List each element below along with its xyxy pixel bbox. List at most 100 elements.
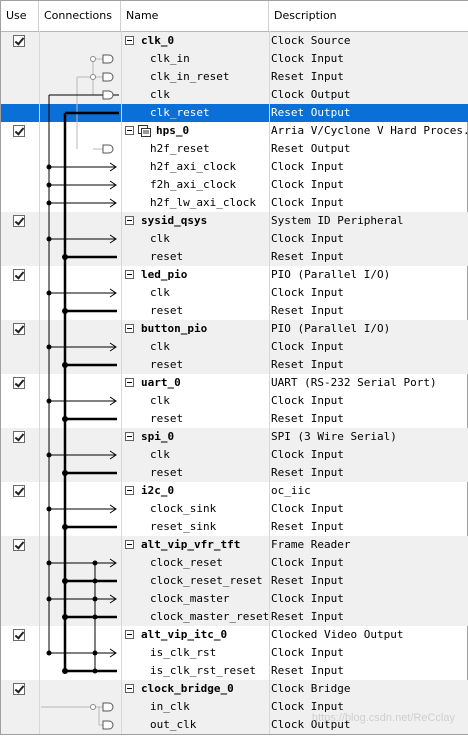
port-row[interactable]: clk_reset Reset Output (1, 104, 468, 122)
port-row[interactable]: clk Clock Input (1, 230, 468, 248)
description: Clock Input (271, 646, 344, 659)
description: Reset Input (271, 70, 344, 83)
component-row[interactable]: led_pio PIO (Parallel I/O) (1, 266, 468, 284)
col-connections-header[interactable]: Connections (39, 1, 121, 31)
port-row[interactable]: clk Clock Input (1, 446, 468, 464)
description: Clock Output (271, 88, 351, 101)
collapse-icon[interactable] (125, 486, 134, 495)
collapse-icon[interactable] (125, 36, 134, 45)
use-checkbox[interactable] (13, 215, 25, 227)
collapse-icon[interactable] (125, 684, 134, 693)
collapse-icon[interactable] (125, 378, 134, 387)
port-row[interactable]: clock_reset Clock Input (1, 554, 468, 572)
port-row[interactable]: reset Reset Input (1, 410, 468, 428)
port-row[interactable]: h2f_lw_axi_clock Clock Input (1, 194, 468, 212)
description: Reset Input (271, 574, 344, 587)
description: oc_iic (271, 484, 311, 497)
col-use-header[interactable]: Use (1, 1, 39, 31)
description: Reset Output (271, 106, 351, 119)
port-row[interactable]: is_clk_rst_reset Reset Input (1, 662, 468, 680)
column-divider (39, 31, 40, 734)
component-row[interactable]: clock_bridge_0 Clock Bridge (1, 680, 468, 698)
port-row[interactable]: clk_in Clock Input (1, 50, 468, 68)
component-name: clk_0 (141, 34, 175, 47)
component-row[interactable]: button_pio PIO (Parallel I/O) (1, 320, 468, 338)
port-row[interactable]: clock_sink Clock Input (1, 500, 468, 518)
description: Reset Input (271, 304, 344, 317)
description: Clock Input (271, 448, 344, 461)
collapse-icon[interactable] (125, 540, 134, 549)
port-name: h2f_lw_axi_clock (150, 196, 256, 209)
port-name: clk (150, 88, 170, 101)
description: Reset Input (271, 250, 344, 263)
port-row[interactable]: is_clk_rst Clock Input (1, 644, 468, 662)
description: Clock Input (271, 340, 344, 353)
collapse-icon[interactable] (125, 432, 134, 441)
use-checkbox[interactable] (13, 485, 25, 497)
table-header: Use Connections Name Description (1, 1, 468, 32)
port-name: reset (150, 412, 184, 425)
description: Reset Input (271, 610, 344, 623)
port-name: reset (150, 466, 184, 479)
use-checkbox[interactable] (13, 125, 25, 137)
collapse-icon[interactable] (125, 270, 134, 279)
port-row[interactable]: clk Clock Input (1, 338, 468, 356)
port-row[interactable]: clock_master_reset Reset Input (1, 608, 468, 626)
description: Clock Input (271, 502, 344, 515)
port-row[interactable]: reset Reset Input (1, 356, 468, 374)
component-row[interactable]: sysid_qsys System ID Peripheral (1, 212, 468, 230)
hard-processor-icon (138, 125, 151, 137)
component-row[interactable]: alt_vip_vfr_tft Frame Reader (1, 536, 468, 554)
description: UART (RS-232 Serial Port) (271, 376, 437, 389)
use-checkbox[interactable] (13, 539, 25, 551)
port-row[interactable]: clock_master Clock Input (1, 590, 468, 608)
port-name: clock_reset_reset (150, 574, 263, 587)
use-checkbox[interactable] (13, 323, 25, 335)
port-row[interactable]: h2f_axi_clock Clock Input (1, 158, 468, 176)
collapse-icon[interactable] (125, 216, 134, 225)
use-checkbox[interactable] (13, 683, 25, 695)
port-name: clk_in_reset (150, 70, 230, 83)
port-row[interactable]: clk Clock Input (1, 392, 468, 410)
port-name: reset (150, 358, 184, 371)
component-row[interactable]: i2c_0 oc_iic (1, 482, 468, 500)
collapse-icon[interactable] (125, 126, 134, 135)
description: Clock Input (271, 178, 344, 191)
use-checkbox[interactable] (13, 431, 25, 443)
port-row[interactable]: reset Reset Input (1, 302, 468, 320)
port-row[interactable]: h2f_reset Reset Output (1, 140, 468, 158)
component-row[interactable]: clk_0 Clock Source (1, 32, 468, 50)
component-row[interactable]: hps_0 Arria V/Cyclone V Hard Proces... (1, 122, 468, 140)
port-row[interactable]: reset_sink Reset Input (1, 518, 468, 536)
description: Clock Source (271, 34, 351, 47)
collapse-icon[interactable] (125, 324, 134, 333)
port-name: reset (150, 304, 184, 317)
port-row[interactable]: clk Clock Input (1, 284, 468, 302)
use-checkbox[interactable] (13, 35, 25, 47)
component-row[interactable]: spi_0 SPI (3 Wire Serial) (1, 428, 468, 446)
component-row[interactable]: uart_0 UART (RS-232 Serial Port) (1, 374, 468, 392)
component-row[interactable]: alt_vip_itc_0 Clocked Video Output (1, 626, 468, 644)
collapse-icon[interactable] (125, 630, 134, 639)
description: Clock Input (271, 160, 344, 173)
col-description-header[interactable]: Description (269, 1, 468, 31)
description: Reset Input (271, 664, 344, 677)
port-row[interactable]: f2h_axi_clock Clock Input (1, 176, 468, 194)
component-name: alt_vip_vfr_tft (141, 538, 241, 551)
description: Reset Input (271, 412, 344, 425)
port-row[interactable]: reset Reset Input (1, 464, 468, 482)
port-row[interactable]: clk_in_reset Reset Input (1, 68, 468, 86)
component-name: hps_0 (156, 124, 190, 137)
description: Clock Input (271, 556, 344, 569)
description: Clock Input (271, 592, 344, 605)
port-row[interactable]: clk Clock Output (1, 86, 468, 104)
port-row[interactable]: clock_reset_reset Reset Input (1, 572, 468, 590)
port-row[interactable]: reset Reset Input (1, 248, 468, 266)
column-divider (121, 31, 122, 734)
use-checkbox[interactable] (13, 629, 25, 641)
description: Reset Input (271, 520, 344, 533)
use-checkbox[interactable] (13, 269, 25, 281)
use-checkbox[interactable] (13, 377, 25, 389)
col-name-header[interactable]: Name (121, 1, 269, 31)
port-name: clk (150, 232, 170, 245)
